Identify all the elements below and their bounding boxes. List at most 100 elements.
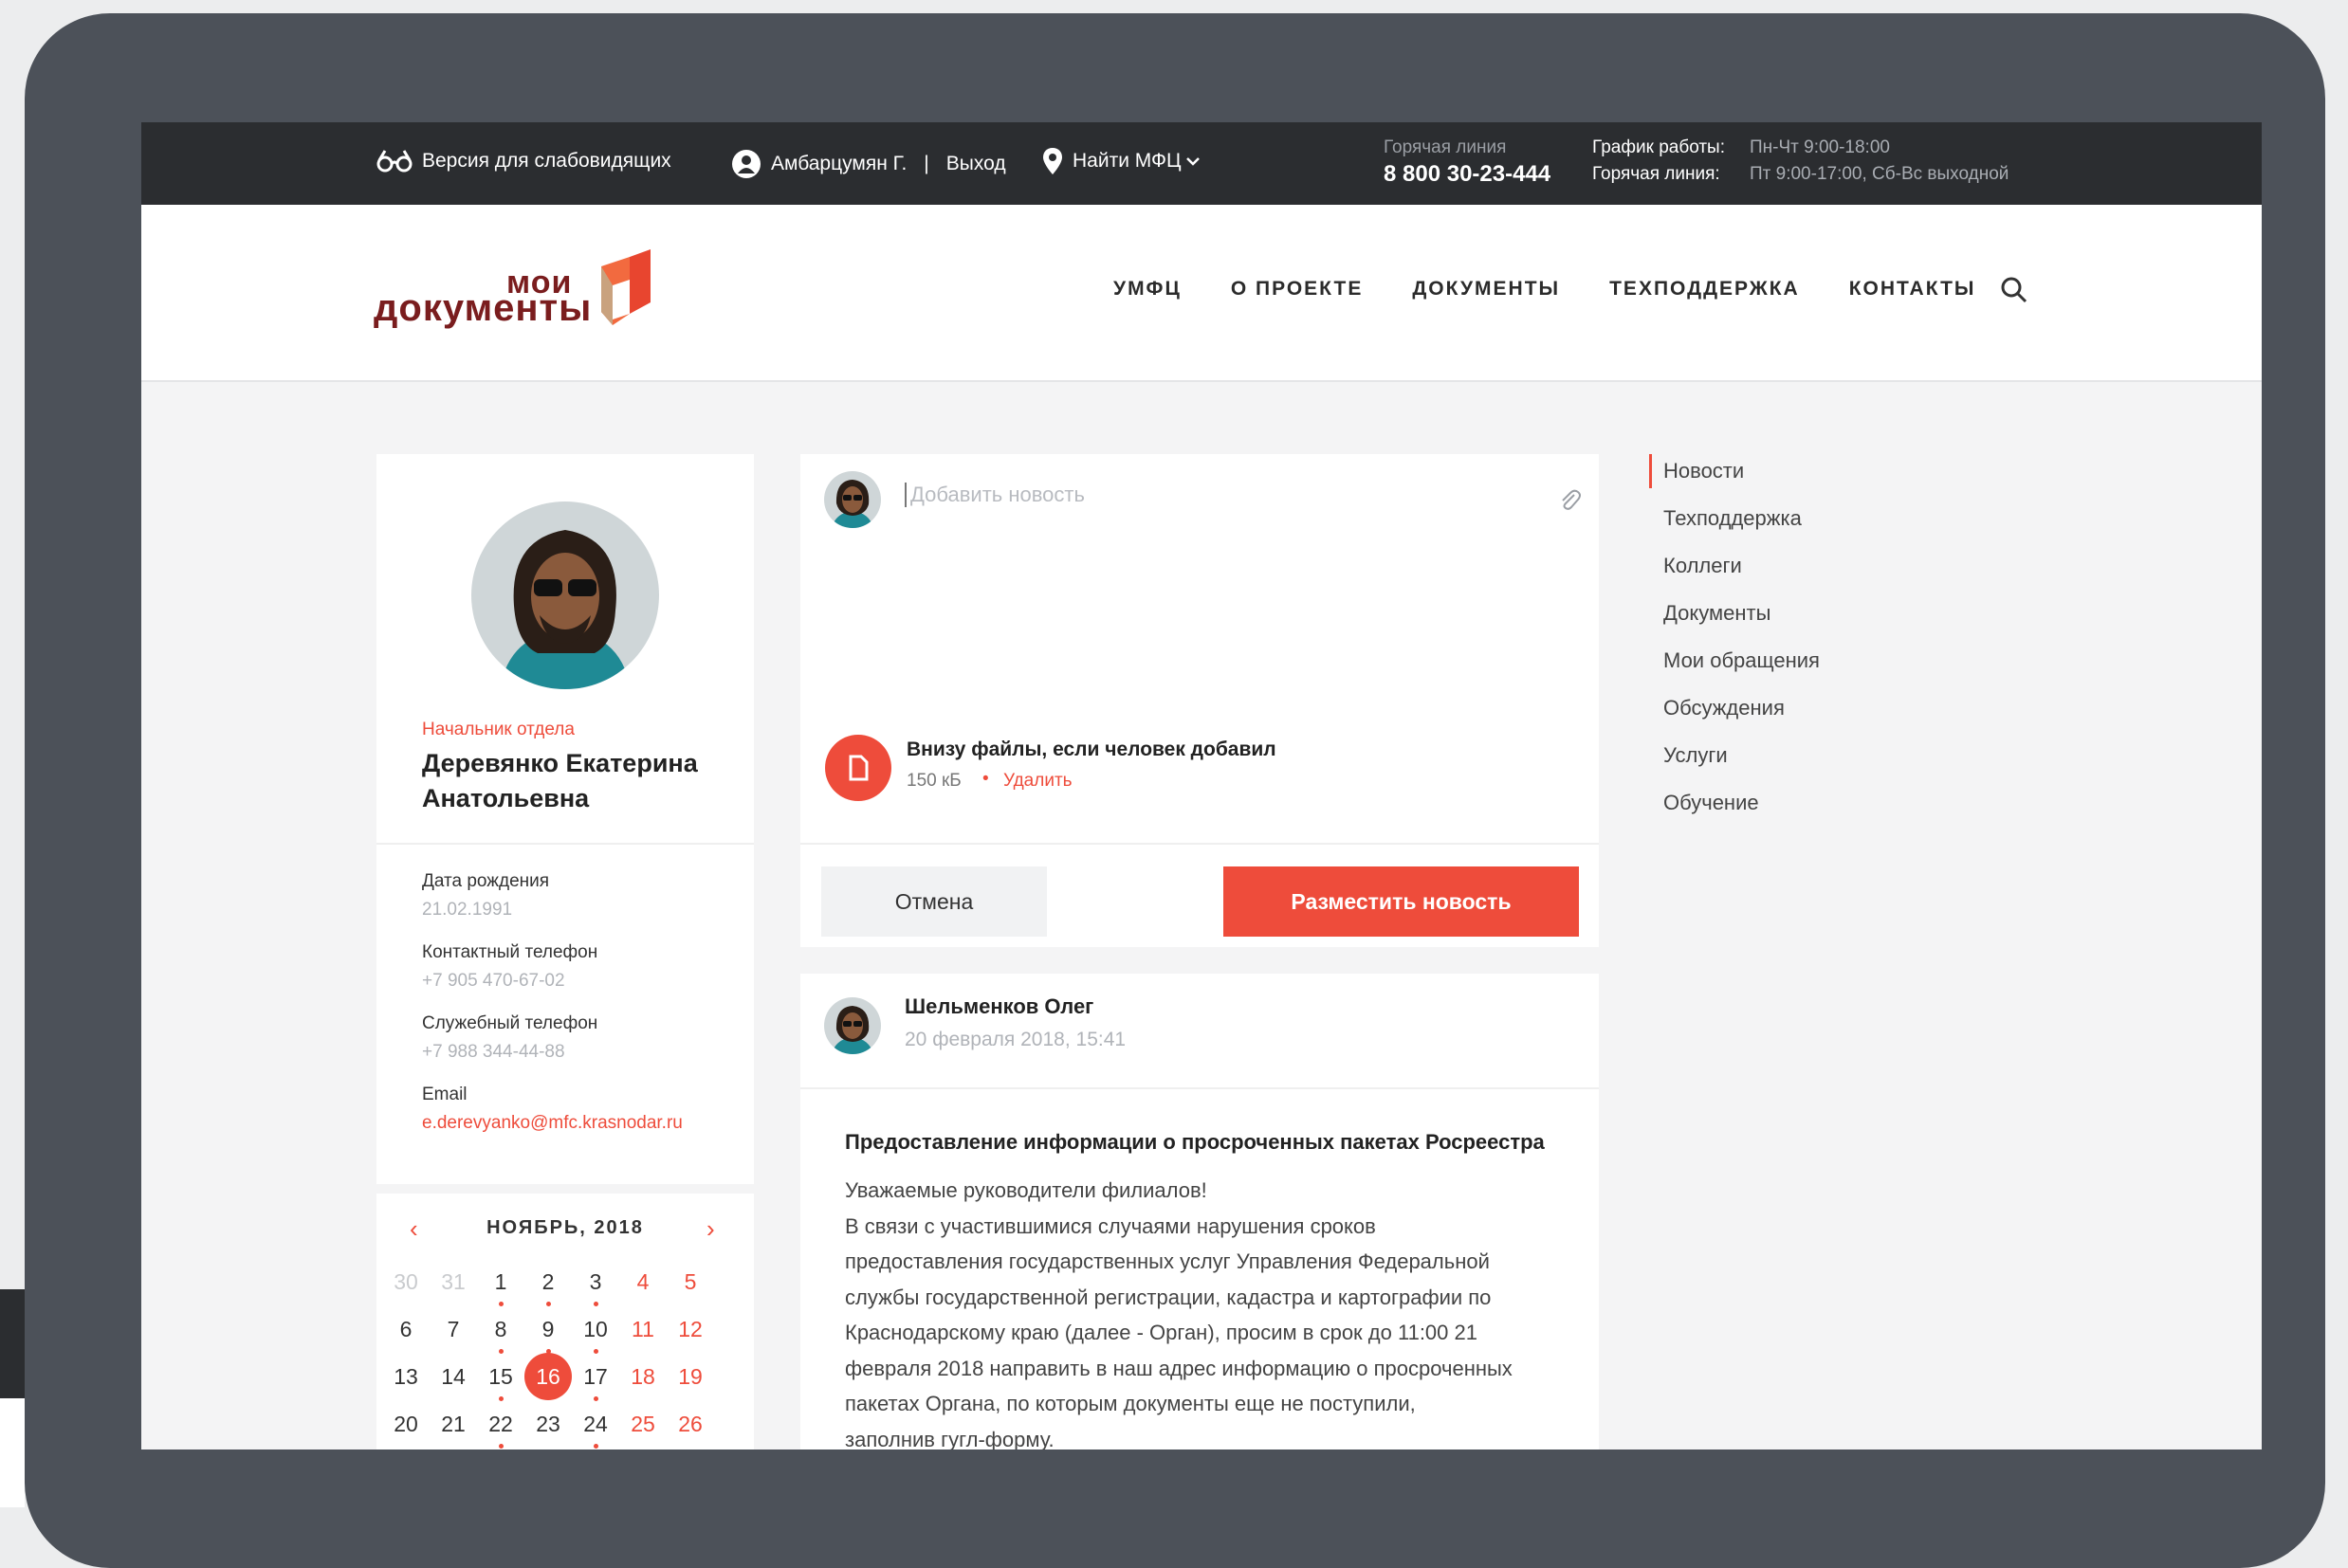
birth-value: 21.02.1991 <box>422 900 513 920</box>
delete-file-link[interactable]: Удалить <box>1003 771 1073 792</box>
side-item-support[interactable]: Техподдержка <box>1649 501 1820 549</box>
post-title: Предоставление информации о просроченных… <box>845 1130 1545 1154</box>
calendar-event-dot <box>594 1444 598 1449</box>
calendar-day[interactable]: 19 <box>669 1364 712 1390</box>
calendar-day[interactable]: 17 <box>574 1364 617 1390</box>
calendar-title: НОЯБРЬ, 2018 <box>486 1217 644 1238</box>
nav-documents[interactable]: ДОКУМЕНТЫ <box>1412 278 1560 301</box>
side-item-colleagues[interactable]: Коллеги <box>1649 549 1820 596</box>
nav-contacts[interactable]: КОНТАКТЫ <box>1849 278 1976 301</box>
calendar-day[interactable]: 12 <box>669 1317 712 1342</box>
post-author[interactable]: Шельменков Олег <box>905 994 1093 1019</box>
calendar-event-dot <box>499 1396 504 1401</box>
nav-support[interactable]: ТЕХПОДДЕРЖКА <box>1609 278 1800 301</box>
calendar-day[interactable]: 22 <box>479 1412 523 1437</box>
calendar-day[interactable]: 10 <box>574 1317 617 1342</box>
email-link[interactable]: e.derevyanko@mfc.krasnodar.ru <box>422 1113 683 1134</box>
profile-divider <box>376 843 754 845</box>
calendar-event-dot <box>594 1349 598 1354</box>
birth-label: Дата рождения <box>422 871 550 891</box>
tablet-frame: Версия для слабовидящих Амбарцумян Г. | … <box>25 13 2325 1568</box>
screen: Версия для слабовидящих Амбарцумян Г. | … <box>141 122 2262 1449</box>
paperclip-icon[interactable] <box>1557 487 1582 512</box>
user-menu[interactable]: Амбарцумян Г. | Выход <box>731 149 1006 179</box>
calendar-day[interactable]: 23 <box>526 1412 570 1437</box>
calendar-event-dot <box>499 1444 504 1449</box>
logout-link[interactable]: Выход <box>946 153 1006 175</box>
post-date: 20 февраля 2018, 15:41 <box>905 1029 1127 1050</box>
side-item-news[interactable]: Новости <box>1649 454 1820 501</box>
side-item-services[interactable]: Услуги <box>1649 738 1820 786</box>
nav-umfc[interactable]: УМФЦ <box>1113 278 1182 301</box>
side-item-discussions[interactable]: Обсуждения <box>1649 691 1820 738</box>
work-phone-label: Служебный телефон <box>422 1013 598 1033</box>
top-bar: Версия для слабовидящих Амбарцумян Г. | … <box>141 122 2262 205</box>
calendar-day[interactable]: 16 <box>526 1364 570 1390</box>
calendar-day[interactable]: 26 <box>669 1412 712 1437</box>
find-mfc-dropdown[interactable]: Найти МФЦ <box>1042 147 1201 175</box>
phone-value: +7 905 470-67-02 <box>422 971 565 991</box>
calendar-day[interactable]: 20 <box>384 1412 428 1437</box>
news-post: Шельменков Олег 20 февраля 2018, 15:41 П… <box>800 974 1599 1449</box>
calendar-day[interactable]: 13 <box>384 1364 428 1390</box>
work-phone-value: +7 988 344-44-88 <box>422 1042 565 1062</box>
side-item-training[interactable]: Обучение <box>1649 786 1820 833</box>
user-name: Амбарцумян Г. <box>771 153 908 174</box>
calendar-day[interactable]: 15 <box>479 1364 523 1390</box>
file-separator: • <box>982 769 989 789</box>
profile-role: Начальник отдела <box>422 720 575 739</box>
compose-divider <box>800 843 1599 845</box>
schedule2-value: Пт 9:00-17:00, Сб-Вс выходной <box>1750 164 2009 184</box>
calendar-day[interactable]: 11 <box>621 1317 665 1342</box>
cancel-button[interactable]: Отмена <box>821 866 1047 937</box>
side-item-documents[interactable]: Документы <box>1649 596 1820 644</box>
schedule-value: Пн-Чт 9:00-18:00 <box>1750 137 1890 157</box>
location-pin-icon <box>1043 148 1062 174</box>
calendar-day[interactable]: 25 <box>621 1412 665 1437</box>
calendar-day[interactable]: 21 <box>431 1412 475 1437</box>
calendar-day[interactable]: 14 <box>431 1364 475 1390</box>
side-item-my-requests[interactable]: Мои обращения <box>1649 644 1820 691</box>
author-avatar[interactable] <box>824 997 881 1054</box>
logo[interactable]: мои документы <box>374 247 658 333</box>
document-icon <box>849 755 869 781</box>
chevron-down-icon <box>1185 157 1200 166</box>
background-window-edge <box>0 1289 25 1507</box>
profile-card: Начальник отдела Деревянко Екатерина Ана… <box>376 454 754 1184</box>
attached-file-size: 150 кБ <box>907 771 962 791</box>
calendar-day[interactable]: 24 <box>574 1412 617 1437</box>
search-icon[interactable] <box>2000 276 2028 304</box>
calendar-next-button[interactable]: › <box>706 1214 715 1244</box>
calendar-event-dot <box>546 1302 551 1306</box>
calendar-day[interactable]: 31 <box>431 1269 475 1295</box>
hotline-number[interactable]: 8 800 30-23-444 <box>1384 161 1550 188</box>
attached-file-name: Внизу файлы, если человек добавил <box>907 738 1276 760</box>
calendar: ‹ НОЯБРЬ, 2018 › 30 31 1 2 3 4 5 6 7 8 9 10 11 12 13 14… <box>376 1194 754 1449</box>
nav-about[interactable]: О ПРОЕКТЕ <box>1231 278 1364 301</box>
add-news-input[interactable]: Добавить новость <box>905 483 1085 507</box>
calendar-event-dot <box>594 1396 598 1401</box>
find-mfc-label: Найти МФЦ <box>1073 150 1182 172</box>
post-body: Уважаемые руководители филиалов! В связи… <box>845 1178 1513 1449</box>
compose-card: Добавить новость Внизу файлы, если челов… <box>800 454 1599 947</box>
site-header: мои документы УМФЦ О ПРОЕКТЕ ДОКУМЕНТЫ Т… <box>141 205 2262 382</box>
calendar-day[interactable]: 3 <box>574 1269 617 1295</box>
calendar-day[interactable]: 6 <box>384 1317 428 1342</box>
logo-mark-icon <box>601 249 651 325</box>
calendar-day[interactable]: 18 <box>621 1364 665 1390</box>
accessibility-label: Версия для слабовидящих <box>422 150 671 172</box>
calendar-day[interactable]: 9 <box>526 1317 570 1342</box>
calendar-day[interactable]: 2 <box>526 1269 570 1295</box>
attached-file-icon <box>825 735 891 801</box>
calendar-day[interactable]: 4 <box>621 1269 665 1295</box>
post-news-button[interactable]: Разместить новость <box>1223 866 1579 937</box>
schedule2-label: Горячая линия: <box>1592 164 1720 184</box>
calendar-event-dot <box>499 1302 504 1306</box>
calendar-day[interactable]: 30 <box>384 1269 428 1295</box>
accessibility-link[interactable]: Версия для слабовидящих <box>376 149 671 173</box>
calendar-day[interactable]: 1 <box>479 1269 523 1295</box>
calendar-day[interactable]: 5 <box>669 1269 712 1295</box>
glasses-icon <box>376 150 413 173</box>
calendar-day[interactable]: 7 <box>431 1317 475 1342</box>
calendar-day[interactable]: 8 <box>479 1317 523 1342</box>
